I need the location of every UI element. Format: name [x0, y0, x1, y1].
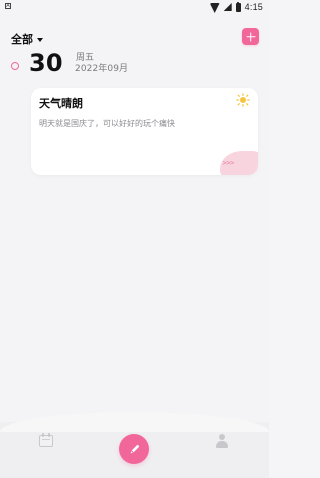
nav-profile-button[interactable] [211, 430, 233, 452]
day-number: 30 [29, 49, 63, 77]
category-filter[interactable]: 全部 [11, 31, 43, 47]
app-screen: A 4:15 全部 30 周五 2022年09月 天气晴朗 明天就是国庆了，可以… [0, 0, 269, 478]
signal-icon [223, 3, 232, 11]
add-entry-button[interactable] [242, 28, 259, 45]
calendar-icon [39, 433, 53, 447]
filter-label: 全部 [11, 33, 33, 46]
caret-down-icon [37, 37, 43, 42]
entry-body: 明天就是国庆了，可以好好的玩个痛快 [39, 119, 175, 128]
nav-calendar-button[interactable] [35, 430, 57, 452]
timeline-dot-icon [11, 62, 19, 70]
diary-entry-card[interactable]: 天气晴朗 明天就是国庆了，可以好好的玩个痛快 >>> [31, 88, 258, 175]
top-bar: 全部 [9, 24, 259, 48]
write-entry-button[interactable] [119, 434, 149, 464]
more-arrows-icon: >>> [222, 159, 235, 167]
date-header: 30 周五 2022年09月 [11, 49, 171, 80]
bottom-navigation [0, 412, 269, 478]
sun-icon [236, 93, 250, 107]
year-month-label: 2022年09月 [75, 64, 129, 74]
battery-icon [235, 1, 241, 12]
status-time: 4:15 [244, 2, 263, 12]
pencil-icon [130, 444, 139, 453]
status-icons: 4:15 [210, 1, 263, 13]
plus-icon [246, 32, 255, 41]
weekday-label: 周五 [76, 53, 95, 63]
notification-icon: A [5, 3, 11, 9]
status-bar: A 4:15 [0, 0, 269, 14]
bottom-bar-curve [0, 412, 269, 432]
entry-title: 天气晴朗 [39, 97, 83, 110]
wifi-icon [210, 3, 220, 11]
profile-icon [215, 434, 229, 448]
